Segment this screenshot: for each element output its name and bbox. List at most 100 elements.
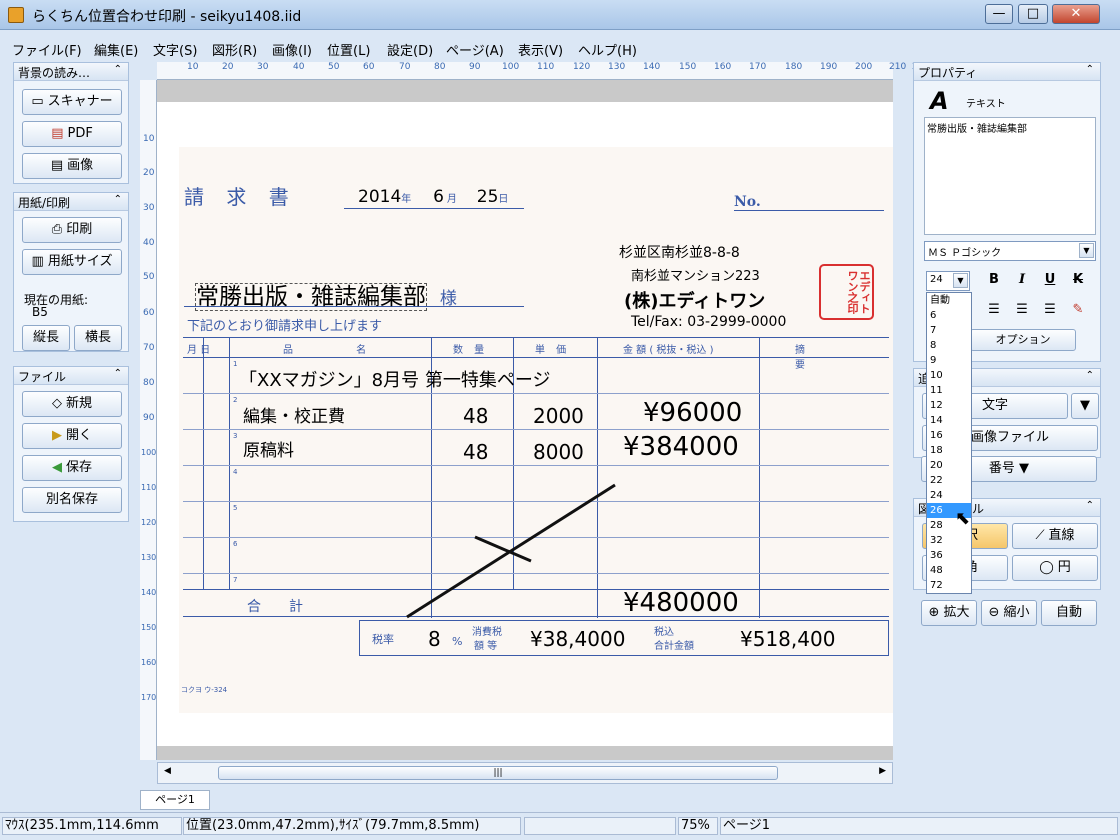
font-size-option[interactable]: 32: [927, 533, 971, 548]
collapse-icon[interactable]: ⌃: [114, 194, 122, 205]
menu-page[interactable]: ページ(A): [446, 40, 504, 59]
add-text-dropdown[interactable]: ▼: [1071, 393, 1099, 419]
zoom-out-button[interactable]: ⊖ 縮小: [981, 600, 1037, 626]
chevron-down-icon[interactable]: ▼: [953, 273, 968, 288]
font-size-option[interactable]: 22: [927, 473, 971, 488]
text-content-area[interactable]: 常勝出版・雑誌編集部: [924, 117, 1096, 235]
left-panel: 背景の読み… ⌃ ▭ スキャナー ▤ PDF ▤ 画像 用紙/印刷 ⌃ ⎙ 印刷 ▥ 用紙サイ…: [13, 62, 129, 522]
pdf-button[interactable]: ▤ PDF: [22, 121, 122, 147]
open-button[interactable]: ▶ 開く: [22, 423, 122, 449]
horizontal-scrollbar[interactable]: ◀ ||| ▶: [157, 762, 893, 784]
font-size-option[interactable]: 12: [927, 398, 971, 413]
font-size-option[interactable]: 8: [927, 338, 971, 353]
text-color-icon[interactable]: ✎: [1066, 299, 1090, 321]
underline-button[interactable]: U: [1038, 269, 1062, 291]
font-size-option[interactable]: 14: [927, 413, 971, 428]
date-day-unit: 日: [498, 194, 509, 205]
collapse-icon[interactable]: ⌃: [1086, 370, 1094, 381]
align-center-icon[interactable]: ☰: [982, 299, 1006, 321]
menu-view[interactable]: 表示(V): [518, 40, 563, 59]
collapse-icon[interactable]: ⌃: [114, 368, 122, 379]
close-button[interactable]: ✕: [1052, 4, 1100, 24]
tax-rate-percent: %: [452, 635, 463, 648]
date-day: 25: [476, 187, 499, 207]
background-group-title: 背景の読み…: [18, 66, 91, 80]
minimize-button[interactable]: —: [985, 4, 1013, 24]
background-group-header[interactable]: 背景の読み… ⌃: [14, 63, 128, 81]
zoom-in-button[interactable]: ⊕ 拡大: [921, 600, 977, 626]
option-button[interactable]: オプション: [970, 329, 1076, 351]
landscape-button[interactable]: 横長: [74, 325, 122, 351]
align-right-icon[interactable]: ☰: [1010, 299, 1034, 321]
maximize-button[interactable]: □: [1018, 4, 1048, 24]
bold-button[interactable]: B: [982, 269, 1006, 291]
scroll-right-icon[interactable]: ▶: [879, 766, 886, 776]
menu-position[interactable]: 位置(L): [327, 40, 370, 59]
font-size-option[interactable]: 72: [927, 578, 971, 593]
font-size-option[interactable]: 48: [927, 563, 971, 578]
font-size-option[interactable]: 16: [927, 428, 971, 443]
italic-button[interactable]: I: [1010, 269, 1034, 291]
font-size-option[interactable]: 6: [927, 308, 971, 323]
canvas-area[interactable]: 請 求 書 2014年 6月 25日 No. 杉並区南杉並8-8-8 南杉並マン…: [157, 80, 893, 760]
ruler-v-label: 130: [141, 553, 157, 562]
image-button[interactable]: ▤ 画像: [22, 153, 122, 179]
menu-edit[interactable]: 編集(E): [94, 40, 138, 59]
image-icon: ▤: [50, 158, 64, 173]
menu-text[interactable]: 文字(S): [153, 40, 197, 59]
new-button[interactable]: ◇ 新規: [22, 391, 122, 417]
ruler-v-label: 10: [143, 134, 155, 144]
align-justify-icon[interactable]: ☰: [1038, 299, 1062, 321]
save-as-button[interactable]: 別名保存: [22, 487, 122, 513]
font-size-option[interactable]: 7: [927, 323, 971, 338]
paper-group-title: 用紙/印刷: [18, 196, 71, 210]
menu-help[interactable]: ヘルプ(H): [578, 40, 637, 59]
circle-tool-button[interactable]: ◯ 円: [1012, 555, 1098, 581]
font-size-dropdown-list[interactable]: 自動 6 7 8 9 10 11 12 14 16 18 20 22 24 26…: [926, 292, 972, 594]
font-size-select[interactable]: 24 ▼: [926, 271, 970, 291]
font-size-option[interactable]: 18: [927, 443, 971, 458]
ruler-h-label: 150: [679, 62, 697, 72]
menu-file[interactable]: ファイル(F): [12, 40, 82, 59]
line-tool-button[interactable]: ⟋ 直線: [1012, 523, 1098, 549]
total-amount: ¥480000: [623, 588, 739, 618]
font-size-option[interactable]: 36: [927, 548, 971, 563]
line-icon: ⟋: [1035, 528, 1045, 543]
ruler-h-label: 110: [537, 62, 555, 72]
collapse-icon[interactable]: ⌃: [1086, 64, 1094, 75]
scanner-button[interactable]: ▭ スキャナー: [22, 89, 122, 115]
chevron-down-icon[interactable]: ▼: [1079, 243, 1094, 258]
portrait-button[interactable]: 縦長: [22, 325, 70, 351]
page[interactable]: 請 求 書 2014年 6月 25日 No. 杉並区南杉並8-8-8 南杉並マン…: [157, 102, 893, 746]
font-size-option[interactable]: 24: [927, 488, 971, 503]
addressee-text-selected[interactable]: 常勝出版・雑誌編集部: [195, 283, 427, 311]
print-label: 印刷: [66, 222, 93, 237]
properties-header[interactable]: プロパティ ⌃: [914, 63, 1100, 81]
menu-settings[interactable]: 設定(D): [387, 40, 433, 59]
collapse-icon[interactable]: ⌃: [114, 64, 122, 75]
addressee-line: 常勝出版・雑誌編集部 様: [184, 277, 524, 311]
zoom-auto-button[interactable]: 自動: [1041, 600, 1097, 626]
paper-size-button[interactable]: ▥ 用紙サイズ: [22, 249, 122, 275]
font-size-option[interactable]: 自動: [927, 293, 971, 308]
ruler-h-label: 120: [573, 62, 591, 72]
date-month-unit: 月: [446, 194, 457, 205]
save-button[interactable]: ◀ 保存: [22, 455, 122, 481]
font-size-option[interactable]: 20: [927, 458, 971, 473]
row-item: 編集・校正費: [243, 407, 345, 427]
font-name-select[interactable]: ＭＳ Ｐゴシック ▼: [924, 241, 1096, 261]
ruler-h-label: 160: [714, 62, 732, 72]
font-size-option[interactable]: 11: [927, 383, 971, 398]
paper-group-header[interactable]: 用紙/印刷 ⌃: [14, 193, 128, 211]
scroll-left-icon[interactable]: ◀: [164, 766, 171, 776]
menu-image[interactable]: 画像(I): [272, 40, 312, 59]
scroll-thumb[interactable]: |||: [218, 766, 778, 780]
tab-page-1[interactable]: ページ1: [140, 790, 210, 810]
menu-shape[interactable]: 図形(R): [212, 40, 257, 59]
strikethrough-button[interactable]: K: [1066, 269, 1090, 291]
print-button[interactable]: ⎙ 印刷: [22, 217, 122, 243]
collapse-icon[interactable]: ⌃: [1086, 500, 1094, 511]
file-group-header[interactable]: ファイル ⌃: [14, 367, 128, 385]
font-size-option[interactable]: 9: [927, 353, 971, 368]
font-size-option[interactable]: 10: [927, 368, 971, 383]
